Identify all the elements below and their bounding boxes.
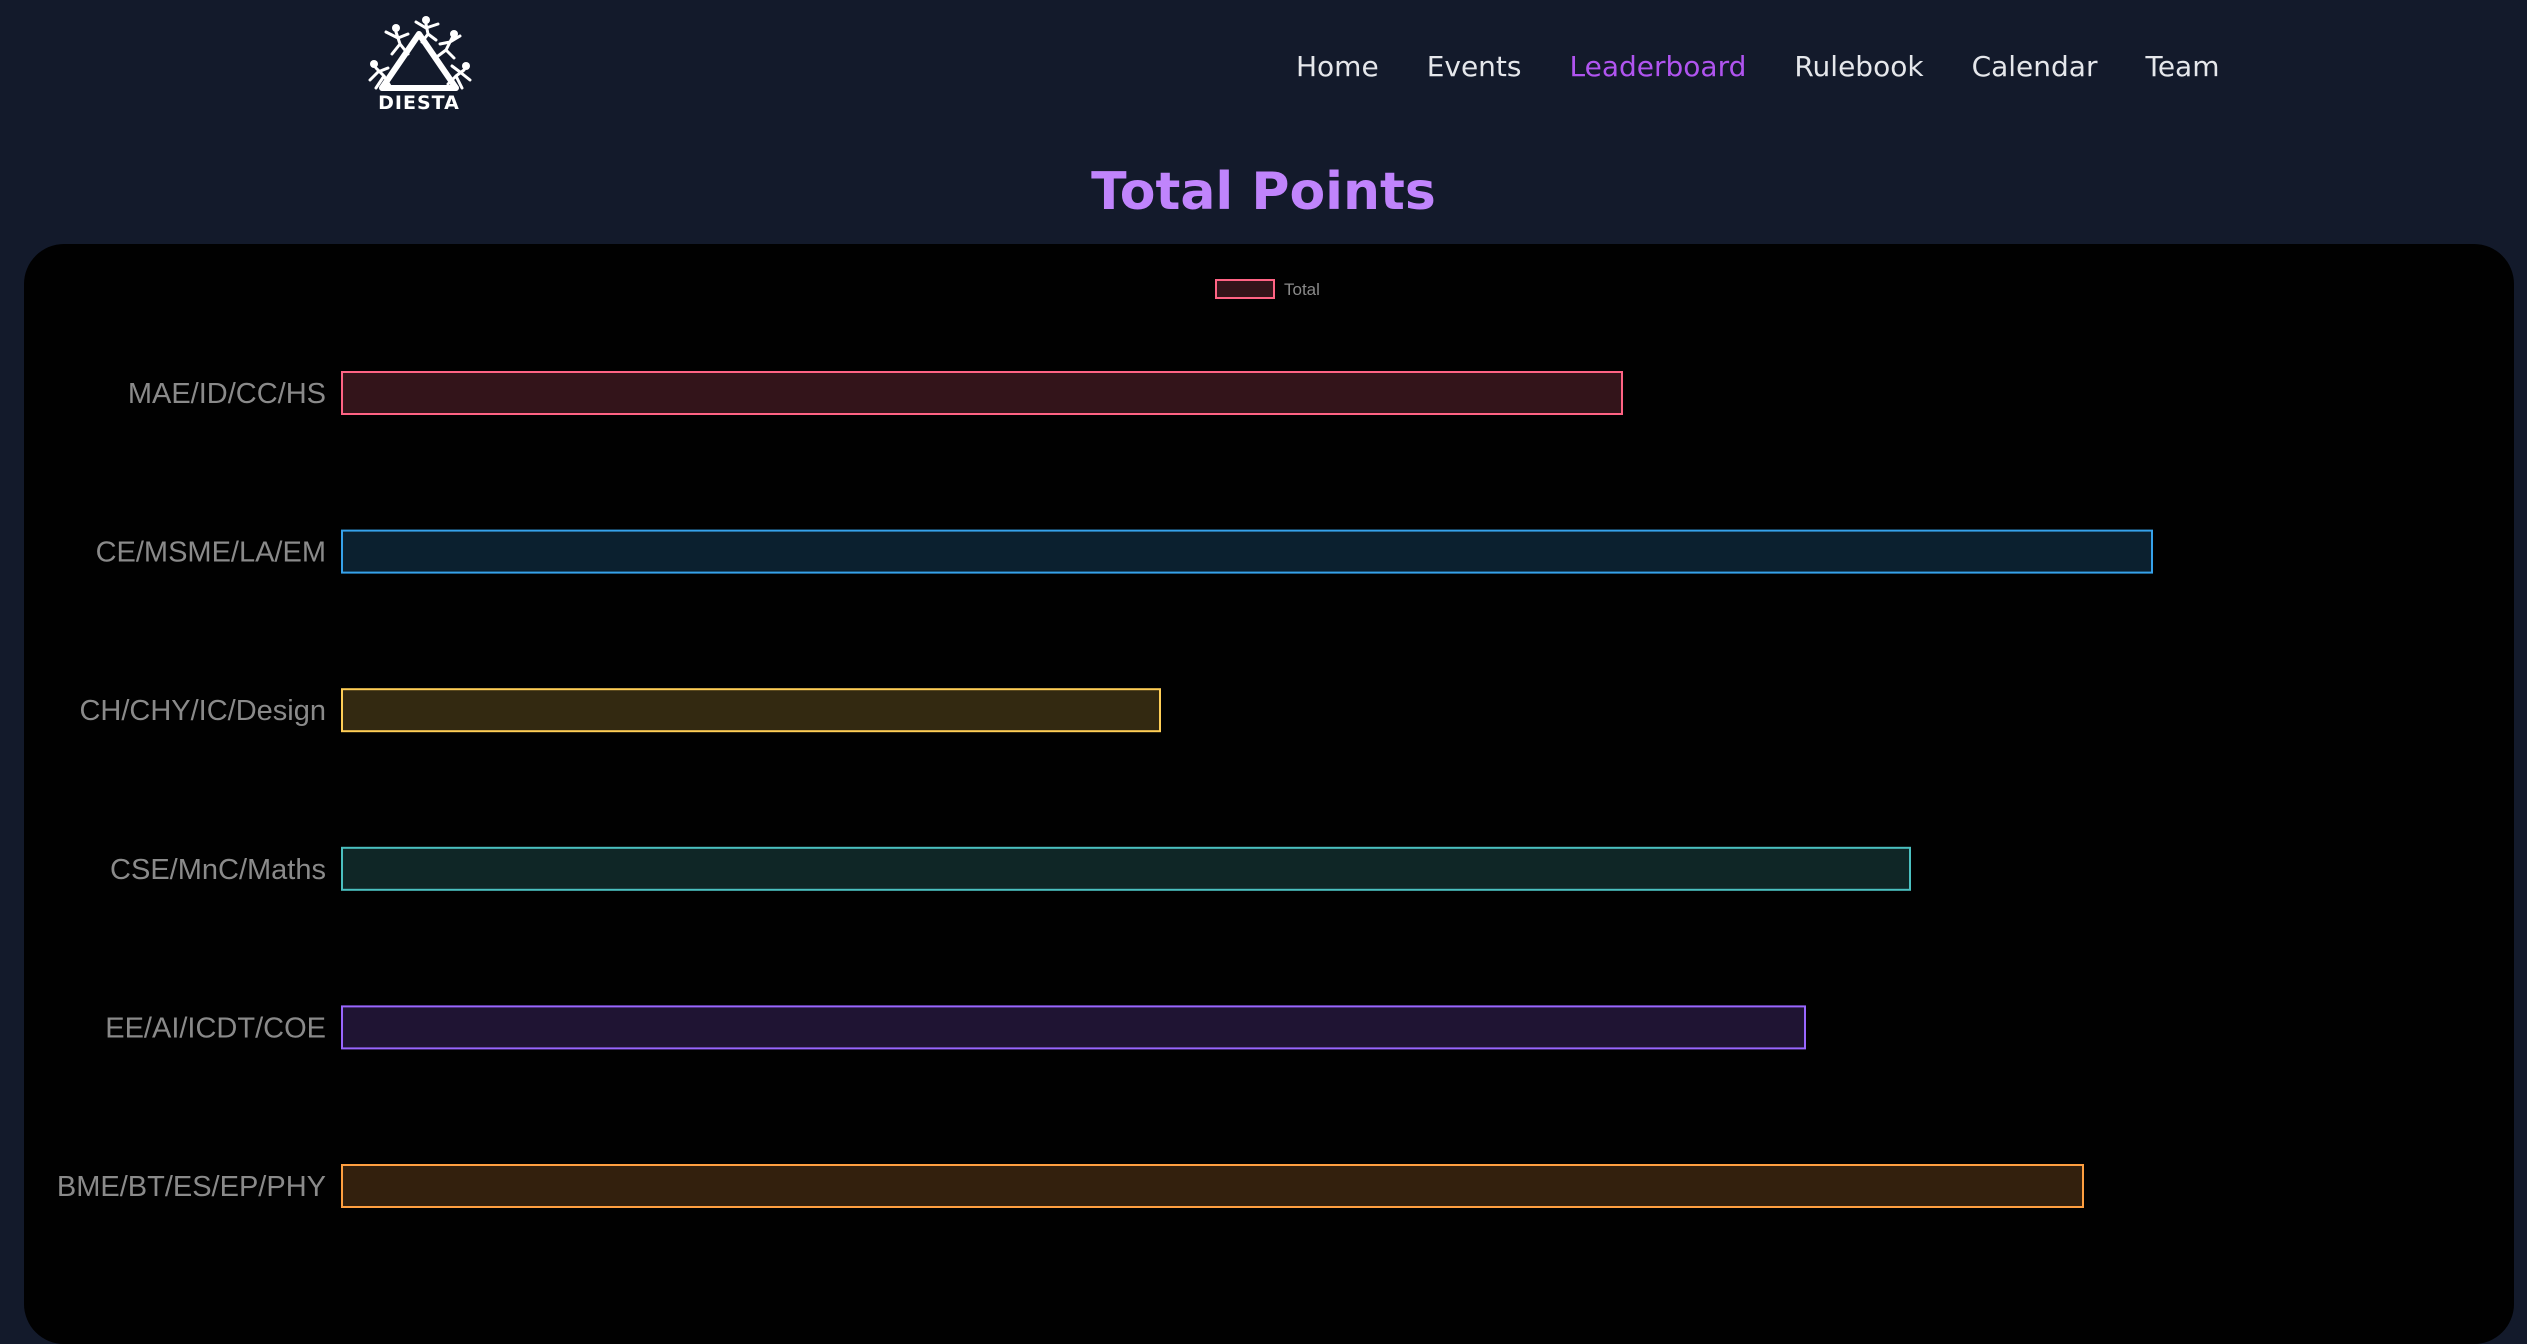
nav-link-team[interactable]: Team — [2145, 50, 2219, 83]
page-title: Total Points — [1091, 162, 1436, 222]
nav-link-events[interactable]: Events — [1427, 50, 1522, 83]
logo-text: DIESTA — [378, 92, 460, 114]
category-label-5: EE/AI/ICDT/COE — [105, 1012, 326, 1044]
bars-group — [341, 371, 2153, 1208]
bar-6[interactable] — [341, 1164, 2084, 1208]
bar-4[interactable] — [341, 846, 1911, 891]
nav-link-leaderboard[interactable]: Leaderboard — [1570, 50, 1747, 83]
nav-links: Home Events Leaderboard Rulebook Calenda… — [1296, 44, 2219, 88]
logo-triangle-icon — [368, 16, 472, 91]
category-label-1: MAE/ID/CC/HS — [128, 378, 326, 410]
category-label-4: CSE/MnC/Maths — [110, 854, 326, 886]
nav-link-home[interactable]: Home — [1296, 50, 1379, 83]
navbar: DIESTA Home Events Leaderboard Rulebook … — [0, 0, 2527, 130]
chart-legend[interactable]: Total — [1215, 279, 1320, 299]
category-label-3: CH/CHY/IC/Design — [79, 695, 326, 727]
total-points-bar-chart: Total MAE/ID/CC/HS CE/MSME/LA/EM CH/CHY/IC… — [57, 279, 2153, 1208]
diesta-logo[interactable]: DIESTA — [356, 14, 482, 118]
category-label-2: CE/MSME/LA/EM — [96, 537, 326, 569]
legend-label: Total — [1284, 280, 1320, 299]
bar-1[interactable] — [341, 371, 1623, 415]
category-label-6: BME/BT/ES/EP/PHY — [57, 1171, 326, 1203]
chart-card: Total MAE/ID/CC/HS CE/MSME/LA/EM CH/CHY/IC… — [24, 244, 2514, 1344]
category-labels-group: MAE/ID/CC/HS CE/MSME/LA/EM CH/CHY/IC/Desig… — [57, 378, 326, 1203]
legend-swatch — [1215, 279, 1275, 299]
bar-5[interactable] — [341, 1005, 1806, 1050]
bar-3[interactable] — [341, 688, 1161, 733]
bar-2[interactable] — [341, 529, 2153, 574]
nav-link-rulebook[interactable]: Rulebook — [1794, 50, 1923, 83]
nav-link-calendar[interactable]: Calendar — [1972, 50, 2098, 83]
